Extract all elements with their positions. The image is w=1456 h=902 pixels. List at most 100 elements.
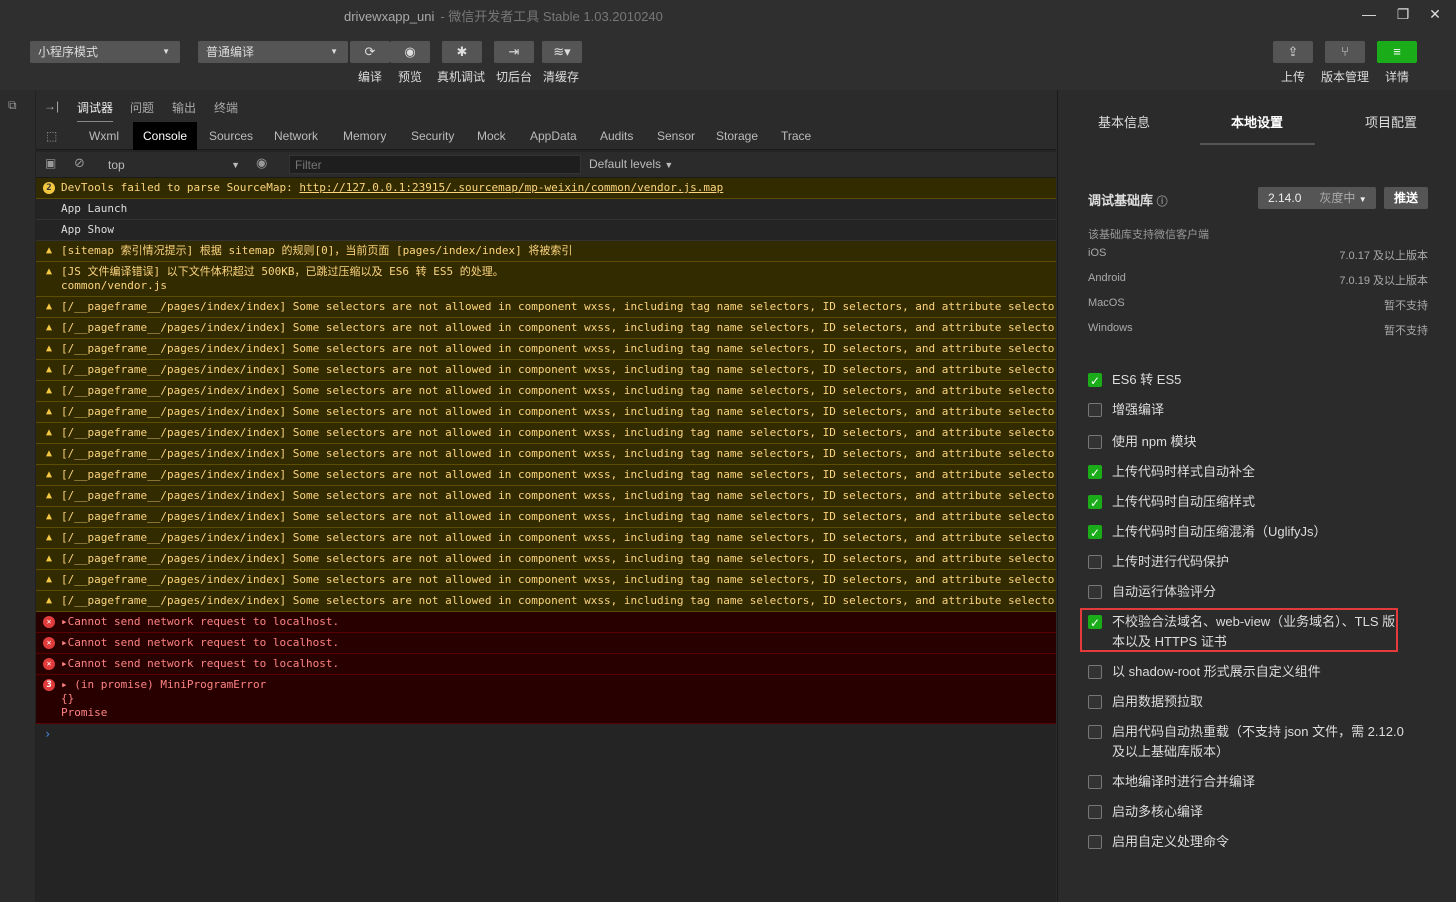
window-icon[interactable]: ⧉ xyxy=(8,98,17,113)
menu-icon[interactable]: ≡ xyxy=(1377,41,1417,63)
console-message: ✕ ▸Cannot send network request to localho… xyxy=(36,612,1056,633)
background-button[interactable]: 切后台 xyxy=(496,68,532,85)
lib-version-select[interactable]: 2.14.0 灰度中 ▼ xyxy=(1258,187,1376,209)
count-badge: 2 xyxy=(43,182,55,194)
tab-trace[interactable]: Trace xyxy=(781,122,811,150)
checkbox-icon[interactable] xyxy=(1088,805,1102,819)
checkbox-icon[interactable] xyxy=(1088,403,1102,417)
option-checkbox[interactable]: 使用 npm 模块 xyxy=(1088,432,1408,452)
mode-select[interactable]: 小程序模式 ▼ xyxy=(30,41,180,63)
platform-row: Windows 暂不支持 xyxy=(1088,322,1428,337)
tab-wxml[interactable]: Wxml xyxy=(89,122,119,150)
eye-icon[interactable]: ◉ xyxy=(256,155,267,171)
tab-sensor[interactable]: Sensor xyxy=(657,122,695,150)
console-message: ▲ [JS 文件编译错误] 以下文件体积超过 500KB，已跳过压缩以及 ES6 … xyxy=(36,262,1056,297)
push-button[interactable]: 推送 xyxy=(1384,187,1428,209)
title-bar: drivewxapp_uni - 微信开发者工具 Stable 1.03.2010… xyxy=(0,0,1456,30)
panel-tabs: ⬚ Wxml Console Sources Network Memory Se… xyxy=(36,122,1056,150)
details-button[interactable]: 详情 xyxy=(1385,68,1409,85)
tab-console[interactable]: Console xyxy=(133,122,198,150)
preview-button[interactable]: 预览 xyxy=(398,68,422,85)
option-checkbox[interactable]: 启用代码自动热重载（不支持 json 文件，需 2.12.0 及以上基础库版本） xyxy=(1088,722,1408,762)
upload-button[interactable]: 上传 xyxy=(1281,68,1305,85)
checkbox-icon[interactable] xyxy=(1088,585,1102,599)
tab-debugger[interactable]: 调试器 xyxy=(77,99,114,123)
console-message: 2 DevTools failed to parse SourceMap: htt… xyxy=(36,178,1056,199)
checkbox-icon[interactable] xyxy=(1088,555,1102,569)
option-checkbox[interactable]: 启用自定义处理命令 xyxy=(1088,832,1408,852)
option-label: 启用自定义处理命令 xyxy=(1112,834,1230,849)
option-label: ES6 转 ES5 xyxy=(1112,372,1182,387)
checkbox-icon[interactable] xyxy=(1088,665,1102,679)
console-message[interactable]: 3 ▸ (in promise) MiniProgramError{} Promis… xyxy=(36,675,1056,724)
bug-icon[interactable]: ✱ xyxy=(442,41,482,63)
console-message: ▲ [/__pageframe__/pages/index/index] Some… xyxy=(36,360,1056,381)
option-checkbox[interactable]: 上传代码时自动压缩样式 xyxy=(1088,492,1408,513)
tab-local-settings[interactable]: 本地设置 xyxy=(1231,112,1283,131)
inspect-icon[interactable]: ⬚ xyxy=(46,122,57,150)
clear-cache-button[interactable]: 清缓存 xyxy=(543,68,579,85)
error-icon: ✕ xyxy=(43,616,55,628)
refresh-icon[interactable]: ⟳ xyxy=(350,41,390,63)
tab-sources[interactable]: Sources xyxy=(209,122,253,150)
tab-memory[interactable]: Memory xyxy=(343,122,386,150)
option-checkbox[interactable]: 增强编译 xyxy=(1088,400,1408,420)
console-message: ▲ [/__pageframe__/pages/index/index] Some… xyxy=(36,465,1056,486)
checkbox-icon[interactable] xyxy=(1088,695,1102,709)
warning-icon: ▲ xyxy=(45,490,53,501)
option-checkbox[interactable]: 自动运行体验评分 xyxy=(1088,582,1408,602)
minimize-icon[interactable]: — xyxy=(1358,4,1380,24)
option-checkbox[interactable]: 上传时进行代码保护 xyxy=(1088,552,1408,572)
sidebar-toggle-icon[interactable]: ▣ xyxy=(45,156,56,170)
tab-output[interactable]: 输出 xyxy=(172,99,196,116)
restore-icon[interactable]: ❐ xyxy=(1392,4,1414,24)
compile-button[interactable]: 编译 xyxy=(358,68,382,85)
tab-appdata[interactable]: AppData xyxy=(530,122,577,150)
checkbox-checked-icon[interactable] xyxy=(1088,371,1102,391)
checkbox-checked-icon[interactable] xyxy=(1088,523,1102,543)
tab-network[interactable]: Network xyxy=(274,122,318,150)
clear-console-icon[interactable]: ⊘ xyxy=(74,155,85,171)
checkbox-icon[interactable] xyxy=(1088,435,1102,449)
levels-select[interactable]: Default levels ▼ xyxy=(589,157,673,171)
tab-mock[interactable]: Mock xyxy=(477,122,506,150)
tab-terminal[interactable]: 终端 xyxy=(214,99,238,116)
tab-security[interactable]: Security xyxy=(411,122,454,150)
option-checkbox[interactable]: ES6 转 ES5 xyxy=(1088,370,1408,391)
console-message: App Show xyxy=(36,220,1056,241)
caret-down-icon: ▼ xyxy=(664,160,674,170)
option-checkbox[interactable]: 上传代码时自动压缩混淆（UglifyJs） xyxy=(1088,522,1408,543)
remote-debug-button[interactable]: 真机调试 xyxy=(437,68,485,85)
checkbox-checked-icon[interactable] xyxy=(1088,463,1102,483)
tab-issues[interactable]: 问题 xyxy=(130,99,154,116)
tab-storage[interactable]: Storage xyxy=(716,122,758,150)
sourcemap-link[interactable]: http://127.0.0.1:23915/.sourcemap/mp-wei… xyxy=(299,181,723,194)
upload-icon[interactable]: ⇪ xyxy=(1273,41,1313,63)
context-select[interactable]: top ▼ xyxy=(98,155,240,175)
help-icon[interactable]: ⓘ xyxy=(1157,196,1168,208)
option-checkbox[interactable]: 启动多核心编译 xyxy=(1088,802,1408,822)
left-strip: ⧉ xyxy=(0,90,36,902)
checkbox-icon[interactable] xyxy=(1088,835,1102,849)
console-prompt[interactable]: › xyxy=(36,724,1056,744)
close-icon[interactable]: ✕ xyxy=(1424,4,1446,24)
tab-audits[interactable]: Audits xyxy=(600,122,633,150)
checkbox-checked-icon[interactable] xyxy=(1088,493,1102,513)
layers-icon[interactable]: ≋▾ xyxy=(542,41,582,63)
filter-input[interactable] xyxy=(289,155,581,174)
eye-icon[interactable]: ◉ xyxy=(390,41,430,63)
tab-basic-info[interactable]: 基本信息 xyxy=(1098,112,1150,131)
checkbox-icon[interactable] xyxy=(1088,725,1102,739)
switch-icon[interactable]: ⇥ xyxy=(494,41,534,63)
checkbox-icon[interactable] xyxy=(1088,775,1102,789)
branch-icon[interactable]: ⑂ xyxy=(1325,41,1365,63)
compile-select[interactable]: 普通编译 ▼ xyxy=(198,41,348,63)
option-checkbox[interactable]: 上传代码时样式自动补全 xyxy=(1088,462,1408,483)
option-checkbox[interactable]: 本地编译时进行合并编译 xyxy=(1088,772,1408,792)
version-button[interactable]: 版本管理 xyxy=(1321,68,1369,85)
error-icon: ✕ xyxy=(43,637,55,649)
dock-icon[interactable]: →| xyxy=(44,99,59,113)
option-checkbox[interactable]: 启用数据预拉取 xyxy=(1088,692,1408,712)
tab-project-config[interactable]: 项目配置 xyxy=(1365,112,1417,131)
option-checkbox[interactable]: 以 shadow-root 形式展示自定义组件 xyxy=(1088,662,1408,682)
